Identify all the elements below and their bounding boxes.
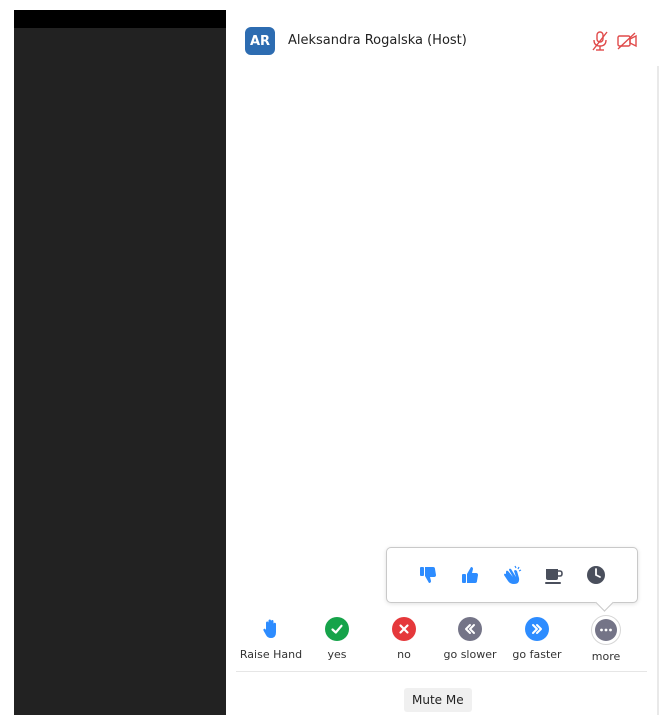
yes-label: yes — [327, 648, 347, 661]
thumbs-up-button[interactable] — [457, 562, 483, 588]
participant-row[interactable]: AR Aleksandra Rogalska (Host) — [226, 20, 659, 64]
go-slower-icon — [458, 617, 482, 641]
more-label: more — [591, 650, 621, 663]
coffee-button[interactable] — [541, 562, 567, 588]
feedback-bar: Raise Hand yes no go slower go faster mo… — [226, 614, 659, 670]
clap-icon — [504, 565, 522, 584]
popup-tail — [595, 593, 614, 612]
no-button[interactable]: no — [368, 614, 440, 661]
raise-hand-icon — [259, 617, 283, 641]
go-faster-label: go faster — [512, 648, 562, 661]
video-area — [14, 10, 226, 715]
go-faster-icon — [525, 617, 549, 641]
raise-hand-label: Raise Hand — [239, 648, 303, 661]
video-off-icon[interactable] — [616, 31, 638, 51]
clock-button[interactable] — [583, 562, 609, 588]
clap-button[interactable] — [499, 562, 525, 588]
check-icon — [325, 617, 349, 641]
divider — [236, 671, 647, 672]
go-slower-label: go slower — [443, 648, 497, 661]
more-icon — [595, 619, 617, 641]
reactions-popup — [386, 547, 638, 612]
yes-button[interactable]: yes — [301, 614, 373, 661]
thumbs-down-button[interactable] — [415, 562, 441, 588]
participants-panel: AR Aleksandra Rogalska (Host) Raise Hand… — [226, 0, 659, 715]
participant-name: Aleksandra Rogalska (Host) — [288, 33, 467, 48]
go-slower-button[interactable]: go slower — [434, 614, 506, 661]
mute-me-button[interactable]: Mute Me — [404, 688, 472, 712]
x-icon — [392, 617, 416, 641]
no-label: no — [397, 648, 411, 661]
more-ring — [591, 615, 621, 645]
thumbs-up-icon — [462, 567, 478, 583]
raise-hand-button[interactable]: Raise Hand — [235, 614, 307, 661]
more-button[interactable]: more — [570, 614, 642, 663]
thumbs-down-icon — [420, 567, 436, 583]
clock-icon — [587, 566, 605, 584]
go-faster-button[interactable]: go faster — [501, 614, 573, 661]
coffee-icon — [545, 569, 563, 584]
video-top-bar — [14, 10, 226, 28]
avatar: AR — [245, 27, 275, 55]
mic-muted-icon[interactable] — [591, 30, 609, 52]
